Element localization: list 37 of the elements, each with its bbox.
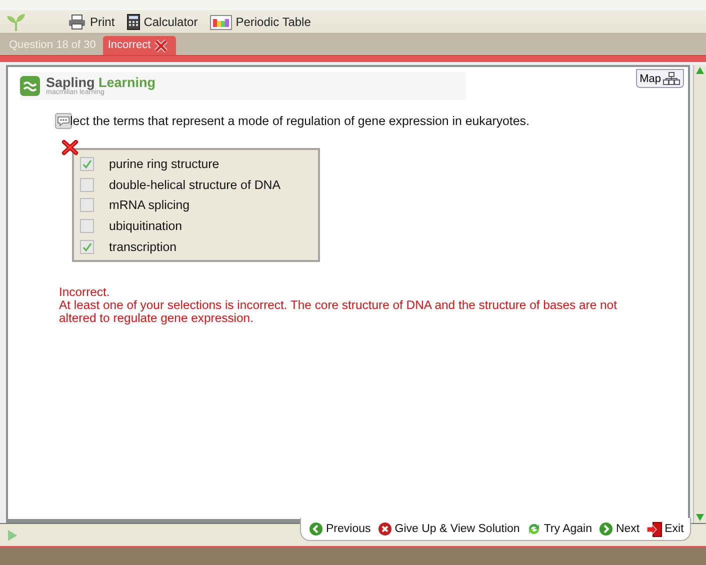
cancel-icon	[378, 522, 392, 536]
scroll-up-icon[interactable]	[696, 67, 704, 74]
checkbox[interactable]	[80, 157, 94, 172]
checkbox[interactable]	[80, 198, 94, 212]
choice-option[interactable]: transcription	[80, 236, 318, 257]
scroll-down-icon[interactable]	[696, 514, 704, 521]
periodic-table-icon	[210, 14, 232, 30]
choice-option[interactable]: purine ring structure	[80, 154, 318, 175]
question-text: lect the terms that represent a mode of regulation of gene expression in eukaryotes.	[70, 114, 530, 128]
nav-button[interactable]: Exit	[646, 522, 684, 536]
brand-name: Sapling Learning	[46, 76, 156, 90]
nav-button[interactable]: Try Again	[526, 522, 592, 536]
map-button[interactable]: Map	[636, 69, 684, 88]
calculator-icon	[126, 14, 140, 30]
choice-option[interactable]: double-helical structure of DNA	[80, 174, 318, 196]
printer-icon	[68, 14, 86, 30]
question-tab[interactable]: Incorrect	[102, 36, 176, 55]
checkbox[interactable]	[80, 178, 94, 192]
feedback-message: At least one of your selections is incorrect. The core structure of DNA and the structure of bases are not altered to regulate gene expression.	[59, 298, 618, 325]
choice-option[interactable]: mRNA splicing	[80, 195, 318, 216]
sprout-icon	[6, 13, 26, 31]
refresh-arrows-icon	[526, 522, 541, 536]
nav-button[interactable]: Next	[598, 522, 640, 536]
nav-button[interactable]: Give Up & View Solution	[378, 522, 520, 536]
toolbar-button[interactable]: Print	[68, 14, 115, 30]
toolbar-button[interactable]: Periodic Table	[210, 14, 311, 30]
speech-bubble-icon[interactable]	[55, 113, 72, 129]
sitemap-icon	[663, 72, 680, 85]
checkbox[interactable]	[80, 219, 94, 234]
play-icon[interactable]	[8, 530, 17, 540]
checkbox[interactable]	[80, 240, 94, 254]
toolbar-button[interactable]: Calculator	[126, 14, 198, 30]
feedback-title: Incorrect.	[59, 286, 111, 299]
exit-door-icon	[646, 522, 662, 536]
cross-icon	[154, 38, 168, 52]
choice-option[interactable]: ubiquitination	[80, 216, 318, 236]
nav-button[interactable]: Previous	[309, 522, 371, 536]
